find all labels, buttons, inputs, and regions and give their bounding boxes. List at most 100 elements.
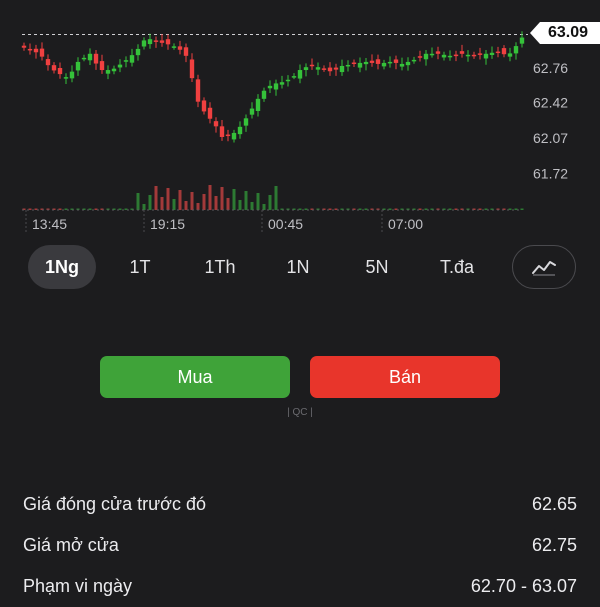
candle-body [513,46,519,54]
stat-row-previous-close: Giá đóng cửa trước đó 62.65 [23,484,577,525]
candle-body [27,48,33,51]
candle-body [453,54,459,57]
candle-body [369,60,375,63]
timeframe-1month[interactable]: 1Th [188,245,252,289]
stats-list: Giá đóng cửa trước đó 62.65 Giá mở cửa 6… [23,484,577,607]
candle-body [75,61,81,71]
volume-bar [148,195,152,210]
candle-body [489,52,495,56]
candle-body [99,61,105,71]
volume-bar [244,191,248,210]
candle-body [393,59,399,63]
stat-row-day-range: Phạm vi ngày 62.70 - 63.07 [23,566,577,607]
volume-bar [190,192,194,210]
candle-body [423,53,429,60]
volume-bar [196,203,200,210]
ad-label: | QC | [287,407,313,418]
current-price-tag: 63.09 [530,22,600,44]
timeframe-1week[interactable]: 1T [112,245,168,289]
candle-body [519,37,525,44]
volume-bar [184,201,188,210]
buy-button[interactable]: Mua [100,356,290,398]
stat-value: 62.65 [531,494,577,514]
candle-body [45,59,51,66]
timeframe-1day[interactable]: 1Ng [28,245,96,289]
timeframe-1year[interactable]: 1N [272,245,324,289]
volume-bar [256,193,260,210]
candle-body [57,68,63,75]
line-chart-icon [532,261,556,276]
price-chart[interactable]: 62.76 62.42 62.07 61.72 13:45 19:15 00:45 07:00… [0,0,600,240]
timeframe-max[interactable]: T.đa [424,245,490,289]
candle-body [381,62,387,67]
sell-button[interactable]: Bán [310,356,500,398]
chart-type-button[interactable] [512,245,576,289]
volume-bar [178,190,182,210]
timeframe-5year[interactable]: 5N [348,245,406,289]
candle-body [249,108,255,115]
stat-label: Phạm vi ngày [23,576,133,596]
timeframe-selector: 1Ng 1T 1Th 1N 5N T.đa [0,245,600,291]
candle-body [231,132,237,140]
candle-body [465,54,471,57]
candle-body [189,59,195,79]
price-tick-label: 62.42 [533,94,568,110]
candle-body [417,56,423,58]
volume-bar [208,185,212,210]
candle-body [459,51,465,54]
candle-body [357,62,363,68]
candle-body [321,68,327,70]
candle-body [105,70,111,74]
volume-bar [154,186,158,210]
candle-body [345,64,351,67]
candle-body [87,53,93,61]
price-tick-label: 61.72 [533,166,568,182]
candle-body [135,48,141,56]
time-tick-label: 19:15 [150,216,185,232]
candle-body [177,46,183,50]
candle-body [147,39,153,45]
candle-body [195,79,201,102]
candle-body [363,61,369,65]
candle-body [339,65,345,73]
candle-body [81,57,87,60]
candle-body [165,39,171,45]
candle-body [327,67,333,72]
stat-value: 62.70 - 63.07 [470,576,577,596]
candle-body [507,53,513,57]
stat-label: Giá mở cửa [23,535,119,555]
volume-bar [214,196,218,210]
candle-body [501,48,507,55]
candlestick-chart[interactable]: 62.76 62.42 62.07 61.72 13:45 19:15 00:45 07:00 [0,0,600,240]
candle-body [477,53,483,55]
volume-bar [262,204,266,210]
candle-body [333,67,339,70]
candle-body [33,48,39,53]
candle-body [495,51,501,54]
candle-body [21,45,27,48]
candle-body [123,60,129,62]
candle-body [399,63,405,67]
candle-body [285,79,291,82]
price-tick-label: 62.07 [533,130,568,146]
volume-bar [136,193,140,210]
candle-body [51,65,57,71]
candle-body [273,83,279,90]
candle-body [447,55,453,58]
candle-body [255,98,261,112]
candle-body [405,61,411,66]
candle-body [237,126,243,135]
volume-bar [232,189,236,210]
time-tick-label: 13:45 [32,216,67,232]
candle-body [471,54,477,57]
candle-body [291,76,297,78]
volume-bar [220,187,224,210]
candle-body [315,67,321,70]
candle-body [483,53,489,59]
stat-value: 62.75 [531,535,577,555]
candle-body [303,67,309,71]
volume-bar [238,200,242,210]
volume-bar [274,186,278,210]
volume-bar [226,198,230,210]
volume-bar [202,194,206,210]
